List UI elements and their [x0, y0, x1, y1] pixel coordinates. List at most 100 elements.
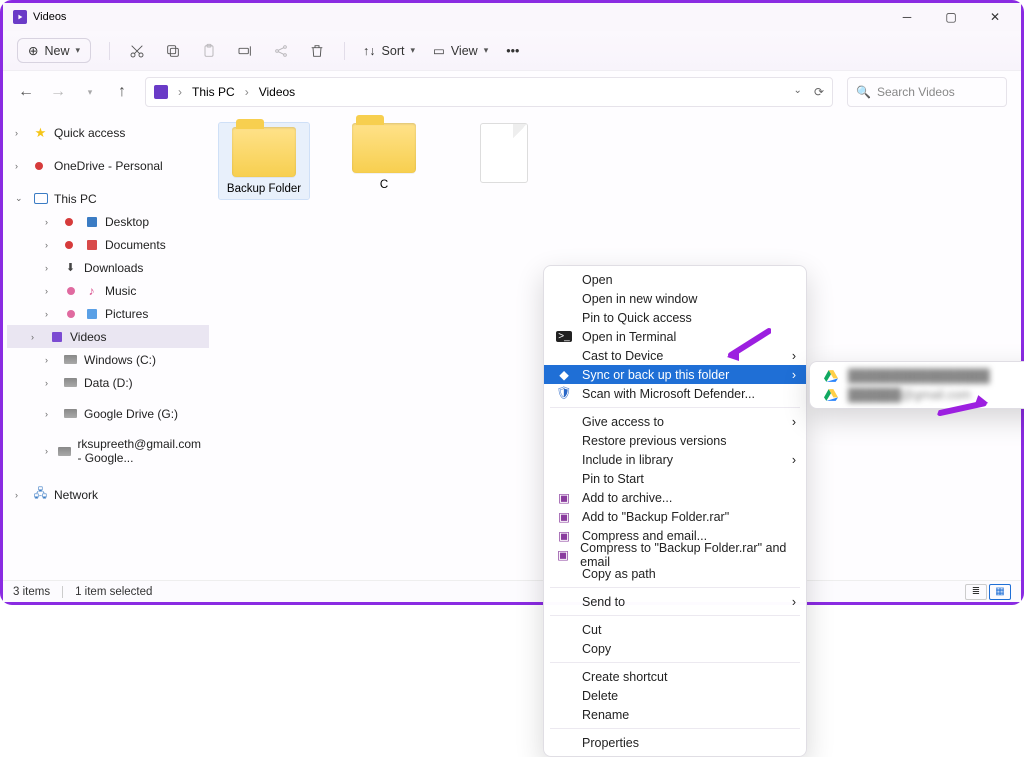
rar-icon: ▣ [556, 490, 572, 505]
cm-label: Give access to [582, 415, 664, 429]
statusbar: 3 items 1 item selected ≣ ▦ [3, 580, 1021, 602]
file-item-backup-folder[interactable]: Backup Folder [219, 123, 309, 199]
sidebar-this-pc[interactable]: ⌄This PC [7, 187, 209, 210]
context-cut[interactable]: Cut [544, 620, 806, 639]
context-add-to-rar[interactable]: ▣Add to "Backup Folder.rar" [544, 507, 806, 526]
menu-separator [550, 662, 800, 663]
sidebar-data-d[interactable]: ›Data (D:) [7, 371, 209, 394]
sidebar-downloads[interactable]: ›⬇Downloads [7, 256, 209, 279]
sidebar-documents[interactable]: ›Documents [7, 233, 209, 256]
new-button[interactable]: ⊕ New ▾ [17, 38, 91, 63]
context-sync-backup[interactable]: ◆Sync or back up this folder [544, 365, 806, 384]
toolbar-divider [344, 42, 345, 60]
sidebar-desktop[interactable]: ›Desktop [7, 210, 209, 233]
cm-label: Add to "Backup Folder.rar" [582, 510, 729, 524]
sidebar-item-label: This PC [54, 192, 97, 206]
cm-label: Scan with Microsoft Defender... [582, 387, 755, 401]
share-icon[interactable] [272, 42, 290, 60]
context-send-to[interactable]: Send to [544, 592, 806, 611]
context-give-access[interactable]: Give access to [544, 412, 806, 431]
breadcrumb-sep [176, 85, 184, 99]
sidebar-pictures[interactable]: ›Pictures [7, 302, 209, 325]
drive-sync-icon: ◆ [556, 367, 572, 382]
file-label: C [380, 179, 388, 191]
delete-icon[interactable] [308, 42, 326, 60]
context-include-library[interactable]: Include in library [544, 450, 806, 469]
context-compress-rar-email[interactable]: ▣Compress to "Backup Folder.rar" and ema… [544, 545, 806, 564]
sidebar-item-label: Windows (C:) [84, 353, 156, 367]
sidebar-onedrive[interactable]: ›OneDrive - Personal [7, 154, 209, 177]
search-box[interactable]: 🔍 Search Videos [847, 77, 1007, 107]
cm-label: Send to [582, 595, 625, 609]
recent-dropdown[interactable]: ▾ [81, 83, 99, 101]
cm-label: Copy as path [582, 567, 656, 581]
more-button[interactable]: ••• [506, 44, 519, 58]
toolbar: ⊕ New ▾ ↑↓ Sort ▾ ▭ View ▾ ••• [3, 31, 1021, 71]
sync-account-2[interactable]: ██████@gmail.com [810, 385, 1024, 404]
context-properties[interactable]: Properties [544, 733, 806, 752]
address-bar[interactable]: This PC Videos ⌄ ⟳ [145, 77, 833, 107]
forward-button[interactable]: → [49, 83, 67, 101]
file-item-captures[interactable]: C [339, 123, 429, 199]
sort-button[interactable]: ↑↓ Sort ▾ [363, 44, 415, 58]
context-pin-start[interactable]: Pin to Start [544, 469, 806, 488]
sidebar-gmail-drive[interactable]: ›rksupreeth@gmail.com - Google... [7, 433, 209, 469]
sidebar-music[interactable]: ›♪Music [7, 279, 209, 302]
sidebar-item-label: OneDrive - Personal [54, 159, 163, 173]
breadcrumb-root[interactable]: This PC [192, 85, 235, 99]
document-icon [480, 123, 528, 183]
breadcrumb-leaf[interactable]: Videos [259, 85, 295, 99]
rename-icon[interactable] [236, 42, 254, 60]
context-add-archive[interactable]: ▣ Add to archive... [544, 488, 806, 507]
context-open[interactable]: Open [544, 270, 806, 289]
view-button[interactable]: ▭ View ▾ [433, 43, 488, 58]
context-open-new-window[interactable]: Open in new window [544, 289, 806, 308]
cut-icon[interactable] [128, 42, 146, 60]
sidebar-network[interactable]: ›🖧Network [7, 483, 209, 506]
cm-label: Pin to Quick access [582, 311, 692, 325]
status-selection: 1 item selected [75, 586, 152, 598]
sync-submenu: ████████████████ ██████@gmail.com [809, 361, 1024, 409]
folder-icon [232, 127, 296, 177]
rar-icon: ▣ [556, 528, 572, 543]
context-delete[interactable]: Delete [544, 686, 806, 705]
cm-label: Include in library [582, 453, 673, 467]
cm-label: Delete [582, 689, 618, 703]
sync-account-1[interactable]: ████████████████ [810, 366, 1024, 385]
maximize-button[interactable]: ▢ [929, 3, 973, 31]
account-label: ████████████████ [848, 369, 990, 383]
sidebar-windows-c[interactable]: ›Windows (C:) [7, 348, 209, 371]
body-area: ›★Quick access ›OneDrive - Personal ⌄Thi… [3, 113, 1021, 580]
sidebar-item-label: Google Drive (G:) [84, 407, 178, 421]
context-copy[interactable]: Copy [544, 639, 806, 658]
view-large-icons-toggle[interactable]: ▦ [989, 584, 1011, 600]
file-label: Backup Folder [227, 183, 301, 195]
sidebar-google-drive-g[interactable]: ›Google Drive (G:) [7, 402, 209, 425]
context-defender[interactable]: 🛡Scan with Microsoft Defender... [544, 384, 806, 403]
refresh-icon[interactable]: ⟳ [814, 85, 824, 99]
close-button[interactable]: ✕ [973, 3, 1017, 31]
context-restore-previous[interactable]: Restore previous versions [544, 431, 806, 450]
file-item-document[interactable] [459, 123, 549, 199]
context-create-shortcut[interactable]: Create shortcut [544, 667, 806, 686]
sidebar-item-label: Desktop [105, 215, 149, 229]
content-pane[interactable]: Backup Folder C Open Open in new window … [213, 113, 1021, 580]
context-pin-quick[interactable]: Pin to Quick access [544, 308, 806, 327]
cm-label: Copy [582, 642, 611, 656]
address-dropdown-icon[interactable]: ⌄ [794, 85, 802, 99]
cm-label: Add to archive... [582, 491, 672, 505]
menu-separator [550, 728, 800, 729]
up-button[interactable]: ↑ [113, 83, 131, 101]
sort-label: Sort [382, 44, 405, 58]
cm-label: Cast to Device [582, 349, 663, 363]
sidebar-videos[interactable]: ›Videos [7, 325, 209, 348]
back-button[interactable]: ← [17, 83, 35, 101]
paste-icon[interactable] [200, 42, 218, 60]
sidebar-quick-access[interactable]: ›★Quick access [7, 121, 209, 144]
sort-icon: ↑↓ [363, 44, 376, 58]
context-rename[interactable]: Rename [544, 705, 806, 724]
context-copy-as-path[interactable]: Copy as path [544, 564, 806, 583]
minimize-button[interactable]: ─ [885, 3, 929, 31]
copy-icon[interactable] [164, 42, 182, 60]
view-details-toggle[interactable]: ≣ [965, 584, 987, 600]
